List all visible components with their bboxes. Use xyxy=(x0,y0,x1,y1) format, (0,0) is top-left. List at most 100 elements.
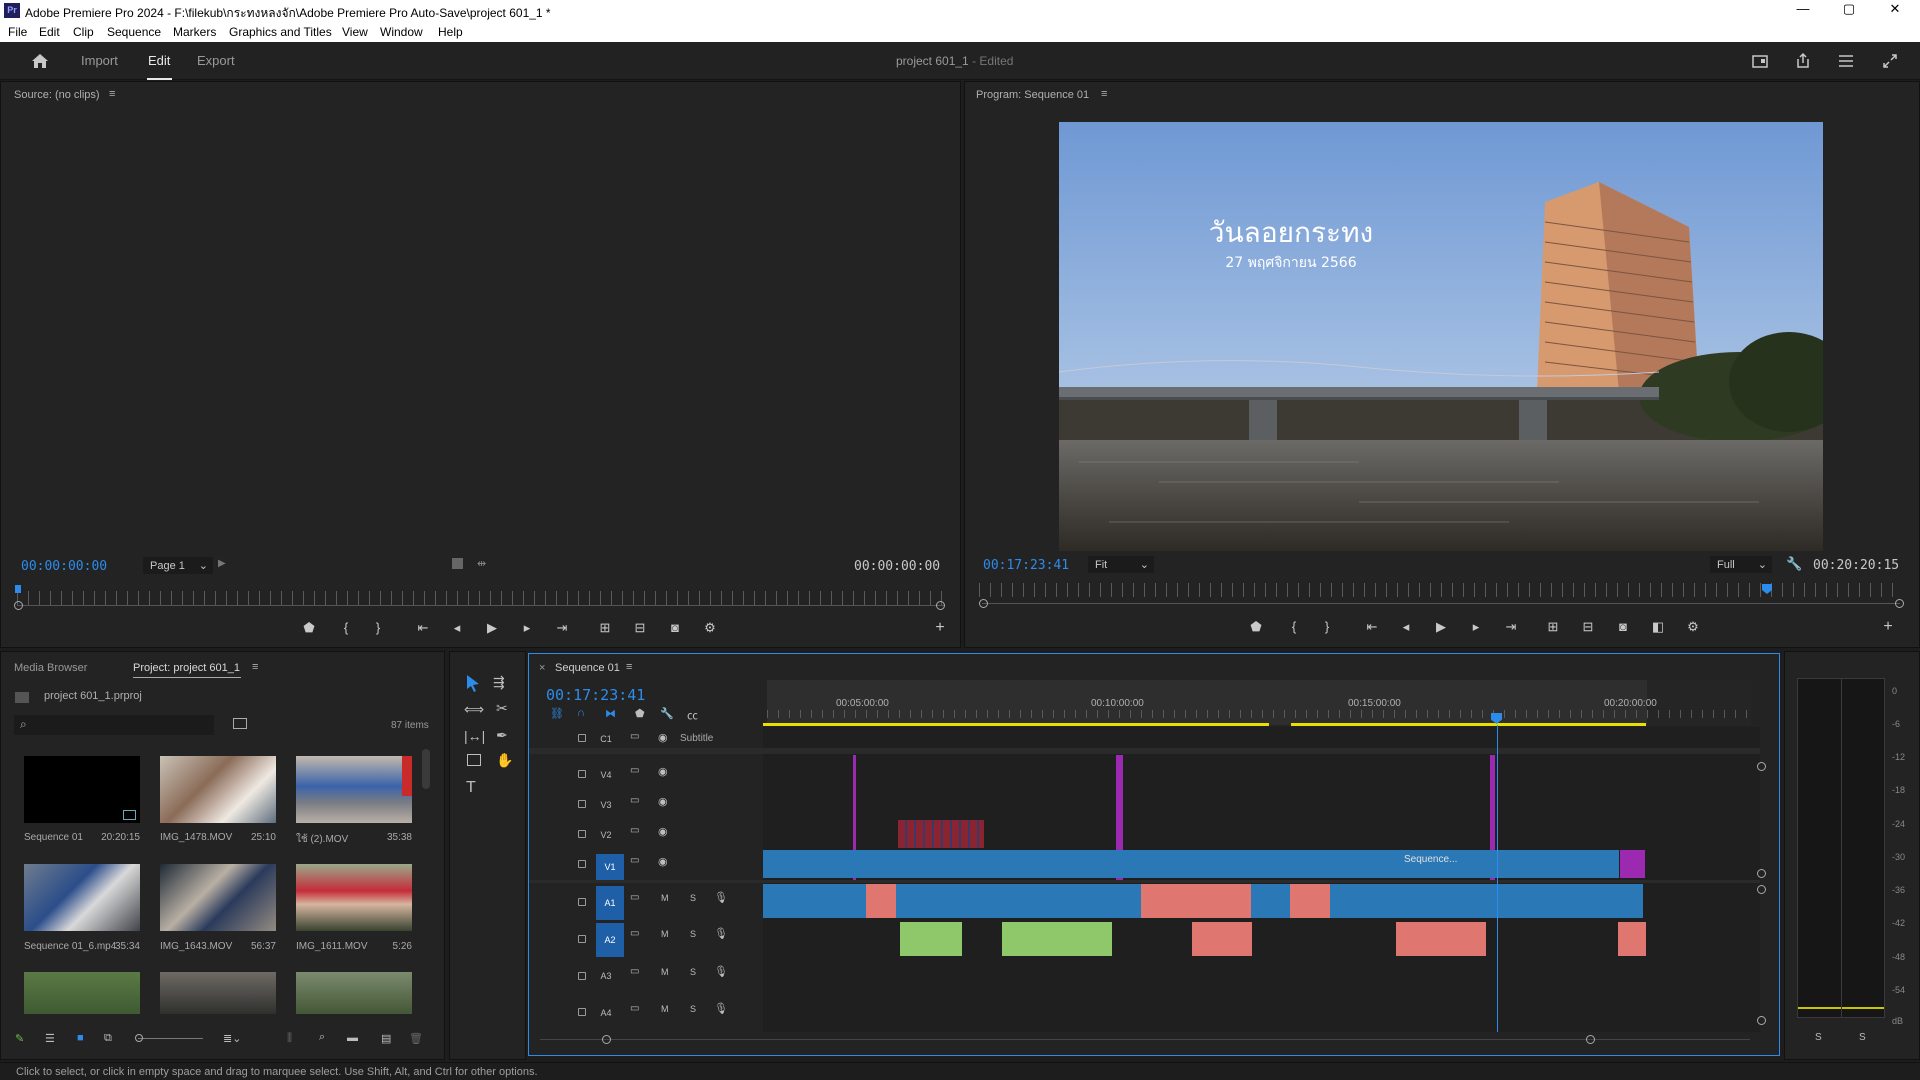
sync-lock-icon[interactable]: ▭ xyxy=(630,855,639,866)
a2-audio-clip[interactable] xyxy=(900,922,962,956)
razor-tool-icon[interactable]: ✂ xyxy=(496,700,508,717)
step-forward-icon[interactable]: ▸ xyxy=(1466,619,1486,635)
sync-lock-icon[interactable]: ▭ xyxy=(630,765,639,776)
quick-export-icon[interactable] xyxy=(1752,53,1768,69)
rectangle-tool-icon[interactable] xyxy=(467,754,481,766)
close-sequence-icon[interactable]: × xyxy=(539,662,545,674)
automate-icon[interactable]: ⫼ xyxy=(287,1032,292,1045)
mark-out-icon[interactable]: } xyxy=(1317,619,1337,634)
export-frame-icon[interactable]: ◙ xyxy=(1613,619,1633,634)
mark-out-icon[interactable]: } xyxy=(368,620,388,635)
thumbnail-img-1611[interactable] xyxy=(296,864,412,931)
button-editor-icon[interactable]: ⚙ xyxy=(1683,619,1703,635)
mark-in-icon[interactable]: { xyxy=(1284,619,1304,634)
icon-view-icon[interactable]: ■ xyxy=(77,1032,84,1044)
panel-menu-icon[interactable]: ≡ xyxy=(252,661,258,673)
captions-icon[interactable]: ㏄ xyxy=(687,707,698,723)
fit-dropdown[interactable]: Fit ⌄ xyxy=(1088,556,1154,573)
program-timecode[interactable]: 00:17:23:41 xyxy=(983,558,1069,573)
menu-clip[interactable]: Clip xyxy=(73,25,94,39)
menu-sequence[interactable]: Sequence xyxy=(107,25,161,39)
menu-file[interactable]: File xyxy=(8,25,27,39)
sync-lock-icon[interactable]: ▭ xyxy=(630,795,639,806)
timeline-timecode[interactable]: 00:17:23:41 xyxy=(546,686,645,704)
sync-lock-icon[interactable]: ▭ xyxy=(630,892,639,903)
step-forward-icon[interactable]: ▸ xyxy=(517,620,537,636)
menu-markers[interactable]: Markers xyxy=(173,25,216,39)
solo-button[interactable]: S xyxy=(690,929,696,939)
overwrite-icon[interactable]: ⊟ xyxy=(630,620,650,636)
linked-selection-icon[interactable]: ⧓ xyxy=(605,707,616,720)
source-zoom-track[interactable] xyxy=(17,605,944,606)
a2-audio-clip[interactable] xyxy=(1396,922,1486,956)
microphone-icon[interactable]: 🎙 xyxy=(714,965,728,978)
zoom-handle-right[interactable] xyxy=(1895,599,1904,608)
minimize-button[interactable]: — xyxy=(1788,1,1818,16)
export-frame-icon[interactable]: ◙ xyxy=(665,620,685,635)
zoom-handle-left[interactable] xyxy=(979,599,988,608)
button-editor-icon[interactable]: ⚙ xyxy=(700,620,720,636)
thumbnail-clip-7[interactable] xyxy=(24,972,140,1014)
go-to-in-icon[interactable]: ⇤ xyxy=(1362,619,1382,635)
zoom-handle-left[interactable] xyxy=(14,601,23,610)
share-icon[interactable] xyxy=(1795,52,1811,69)
snap-icon[interactable]: ∩ xyxy=(577,707,585,719)
new-bin-icon[interactable]: ▬ xyxy=(347,1032,358,1044)
thumbnail-img-1643[interactable] xyxy=(160,864,276,931)
marker-icon[interactable]: ⬟ xyxy=(299,620,319,636)
play-button-icon[interactable]: ▶ xyxy=(1431,619,1451,635)
a2-audio-clip[interactable] xyxy=(1002,922,1112,956)
sequence-tab[interactable]: Sequence 01 xyxy=(555,662,620,674)
lock-icon[interactable] xyxy=(578,770,586,778)
panel-menu-icon[interactable]: ≡ xyxy=(109,88,115,100)
track-name-c1[interactable]: C1 xyxy=(596,729,616,749)
eye-icon[interactable]: ◉ xyxy=(658,731,668,744)
source-panel-title[interactable]: Source: (no clips) xyxy=(14,89,100,101)
menu-graphics-and-titles[interactable]: Graphics and Titles xyxy=(229,25,332,39)
track-select-tool-icon[interactable]: ⇶ xyxy=(493,674,505,691)
tab-media-browser[interactable]: Media Browser xyxy=(14,662,87,674)
source-time-ruler[interactable] xyxy=(17,591,944,605)
solo-button[interactable]: S xyxy=(690,893,696,903)
microphone-icon[interactable]: 🎙 xyxy=(714,927,728,940)
pencil-icon[interactable]: ✎ xyxy=(15,1032,24,1045)
a1-audio-segment[interactable] xyxy=(1141,884,1251,918)
a2-audio-clip[interactable] xyxy=(1618,922,1646,956)
resolution-dropdown[interactable]: Full ⌄ xyxy=(1710,556,1772,573)
drag-handle-icon[interactable]: ⇹ xyxy=(477,557,486,570)
track-name-a2[interactable]: A2 xyxy=(596,923,624,957)
maximize-button[interactable]: ▢ xyxy=(1834,1,1864,17)
comparison-view-icon[interactable]: ◧ xyxy=(1648,619,1668,635)
sync-lock-icon[interactable]: ▭ xyxy=(630,966,639,977)
add-marker-icon[interactable]: ⬟ xyxy=(635,707,645,720)
timeline-horizontal-scroll[interactable] xyxy=(540,1039,1750,1040)
work-area-bar-2[interactable] xyxy=(1291,723,1646,726)
search-input[interactable] xyxy=(14,715,214,735)
home-icon[interactable] xyxy=(31,53,49,69)
go-to-out-icon[interactable]: ⇥ xyxy=(552,620,572,636)
scroll-handle-right[interactable] xyxy=(1586,1035,1595,1044)
new-item-icon[interactable]: ▤ xyxy=(381,1032,391,1045)
track-name-a1[interactable]: A1 xyxy=(596,886,624,920)
track-name-a3[interactable]: A3 xyxy=(596,966,616,986)
eye-icon[interactable]: ◉ xyxy=(658,825,668,838)
tab-import[interactable]: Import xyxy=(81,53,118,68)
v1-video-clip[interactable] xyxy=(763,850,1619,878)
menu-edit[interactable]: Edit xyxy=(39,25,60,39)
a1-audio-segment[interactable] xyxy=(1290,884,1330,918)
program-panel-title[interactable]: Program: Sequence 01 xyxy=(976,89,1089,101)
project-scrollbar[interactable] xyxy=(422,749,430,789)
page-dropdown[interactable]: Page 1 ⌄ xyxy=(143,557,213,574)
track-name-a4[interactable]: A4 xyxy=(596,1003,616,1023)
ripple-edit-tool-icon[interactable]: ⟺ xyxy=(464,701,484,718)
solo-right-button[interactable]: S xyxy=(1859,1032,1866,1043)
play-button-icon[interactable]: ▶ xyxy=(482,620,502,636)
lock-icon[interactable] xyxy=(578,898,586,906)
go-to-out-icon[interactable]: ⇥ xyxy=(1501,619,1521,635)
work-area-bar[interactable] xyxy=(763,723,1269,726)
extract-icon[interactable]: ⊟ xyxy=(1578,619,1598,635)
type-tool-icon[interactable]: T xyxy=(466,779,476,797)
thumbnail-sequence-01-6[interactable] xyxy=(24,864,140,931)
solo-left-button[interactable]: S xyxy=(1815,1032,1822,1043)
menu-window[interactable]: Window xyxy=(380,25,423,39)
